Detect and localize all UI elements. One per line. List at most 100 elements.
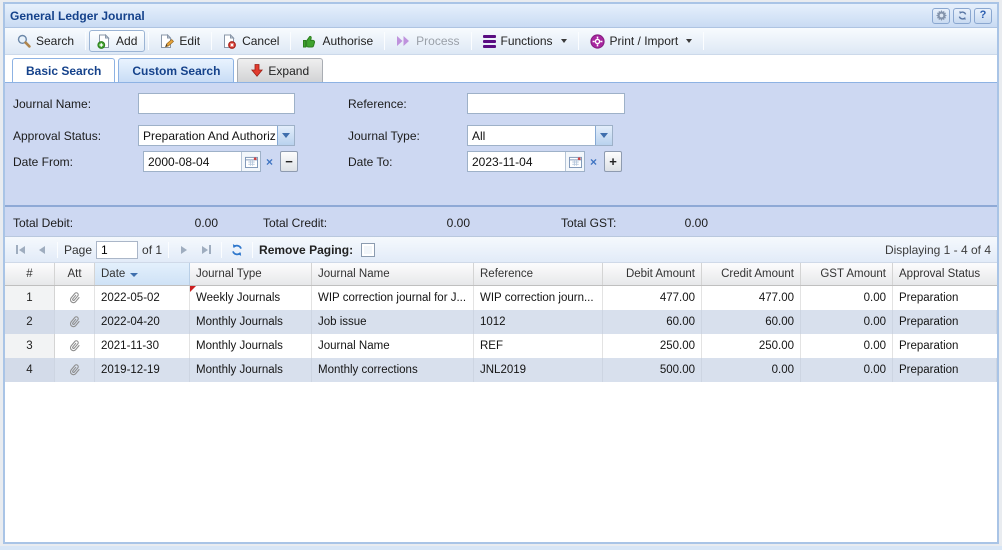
journal-type-dropdown-button[interactable] xyxy=(595,126,612,145)
add-button[interactable]: Add xyxy=(89,30,145,52)
previous-page-button[interactable] xyxy=(33,241,51,259)
first-page-button[interactable] xyxy=(11,241,29,259)
edit-icon xyxy=(160,34,174,49)
journal-name-cell: Job issue xyxy=(312,310,474,334)
cancel-icon xyxy=(223,34,237,49)
page-count-label: of 1 xyxy=(142,243,162,257)
date-from-clear-button[interactable]: × xyxy=(261,151,278,172)
window-controls: ? xyxy=(932,8,992,24)
total-credit-value: 0.00 xyxy=(365,216,470,230)
column-header-num[interactable]: # xyxy=(5,263,55,285)
dirty-cell-marker xyxy=(190,286,196,292)
last-page-button[interactable] xyxy=(197,241,215,259)
journal-type-select[interactable]: All xyxy=(467,125,613,146)
functions-menu-icon xyxy=(483,35,496,48)
approval-status-cell: Preparation xyxy=(893,334,997,358)
table-row[interactable]: 1 2022-05-02 Weekly Journals WIP correct… xyxy=(5,286,997,310)
approval-status-dropdown-button[interactable] xyxy=(277,126,294,145)
table-row[interactable]: 4 2019-12-19 Monthly Journals Monthly co… xyxy=(5,358,997,382)
attachment-cell[interactable] xyxy=(55,310,95,334)
page-number-input[interactable] xyxy=(96,241,138,259)
debit-amount-cell: 250.00 xyxy=(603,334,702,358)
toolbar-separator xyxy=(148,32,149,50)
tab-basic-search[interactable]: Basic Search xyxy=(12,58,115,82)
row-number-cell: 1 xyxy=(5,286,55,310)
print-import-menu-button[interactable]: Print / Import xyxy=(582,30,701,52)
journal-name-input[interactable] xyxy=(138,93,295,114)
grid-empty-area xyxy=(5,382,997,542)
paperclip-icon xyxy=(66,361,83,379)
total-credit-label: Total Credit: xyxy=(263,216,327,230)
functions-menu-button[interactable]: Functions xyxy=(475,30,575,52)
grid-refresh-button[interactable] xyxy=(228,241,246,259)
date-from-input[interactable] xyxy=(144,152,241,171)
gst-amount-cell: 0.00 xyxy=(801,334,893,358)
column-header-att[interactable]: Att xyxy=(55,263,95,285)
reference-cell: WIP correction journ... xyxy=(474,286,603,310)
chevron-down-icon xyxy=(686,39,692,43)
general-ledger-journal-window: General Ledger Journal ? Search xyxy=(3,2,999,544)
paperclip-icon xyxy=(66,313,83,331)
search-icon xyxy=(17,34,31,48)
date-from-field: × − xyxy=(143,151,298,172)
attachment-cell[interactable] xyxy=(55,358,95,382)
print-import-button-label: Print / Import xyxy=(610,34,679,48)
journal-type-value: All xyxy=(468,126,595,145)
column-header-journal-type[interactable]: Journal Type xyxy=(190,263,312,285)
credit-amount-cell: 477.00 xyxy=(702,286,801,310)
authorise-button[interactable]: Authorise xyxy=(294,30,381,52)
column-header-date[interactable]: Date xyxy=(95,263,190,285)
calendar-icon xyxy=(245,156,258,168)
column-header-credit-amount[interactable]: Credit Amount xyxy=(702,263,801,285)
date-to-calendar-button[interactable] xyxy=(565,152,584,171)
tab-expand[interactable]: Expand xyxy=(237,58,323,82)
panel-refresh-button[interactable] xyxy=(953,8,971,24)
tab-expand-label: Expand xyxy=(268,64,309,78)
attachment-cell[interactable] xyxy=(55,334,95,358)
remove-paging-label: Remove Paging: xyxy=(259,243,353,257)
column-header-reference[interactable]: Reference xyxy=(474,263,603,285)
date-to-plus-button[interactable]: + xyxy=(604,151,622,172)
journal-type-cell: Monthly Journals xyxy=(190,334,312,358)
settings-button[interactable] xyxy=(932,8,950,24)
reference-label: Reference: xyxy=(348,97,407,111)
search-button[interactable]: Search xyxy=(9,30,82,52)
remove-paging-checkbox[interactable] xyxy=(361,243,375,257)
add-icon xyxy=(97,34,111,49)
reference-input[interactable] xyxy=(467,93,625,114)
edit-button[interactable]: Edit xyxy=(152,30,208,52)
refresh-icon xyxy=(230,243,244,257)
edit-button-label: Edit xyxy=(179,34,200,48)
reference-cell: JNL2019 xyxy=(474,358,603,382)
date-from-calendar-button[interactable] xyxy=(241,152,260,171)
date-to-clear-button[interactable]: × xyxy=(585,151,602,172)
page-title: General Ledger Journal xyxy=(10,9,145,23)
help-icon: ? xyxy=(980,10,987,21)
help-button[interactable]: ? xyxy=(974,8,992,24)
journal-name-cell: Monthly corrections xyxy=(312,358,474,382)
reference-cell: 1012 xyxy=(474,310,603,334)
table-row[interactable]: 2 2022-04-20 Monthly Journals Job issue … xyxy=(5,310,997,334)
date-to-input[interactable] xyxy=(468,152,565,171)
add-button-label: Add xyxy=(116,34,137,48)
column-header-approval-status[interactable]: Approval Status xyxy=(893,263,997,285)
attachment-cell[interactable] xyxy=(55,286,95,310)
date-from-minus-button[interactable]: − xyxy=(280,151,298,172)
authorise-button-label: Authorise xyxy=(322,34,373,48)
grid-header: # Att Date Journal Type Journal Name Ref… xyxy=(5,262,997,286)
pager-separator xyxy=(168,242,169,258)
approval-status-select[interactable]: Preparation And Authoriz xyxy=(138,125,295,146)
cancel-button[interactable]: Cancel xyxy=(215,30,287,52)
paging-toolbar: Page of 1 Remove Paging: Displaying 1 - … xyxy=(5,236,997,262)
column-header-debit-amount[interactable]: Debit Amount xyxy=(603,263,702,285)
total-debit-label: Total Debit: xyxy=(13,216,73,230)
toolbar-separator xyxy=(85,32,86,50)
gst-amount-cell: 0.00 xyxy=(801,286,893,310)
column-header-journal-name[interactable]: Journal Name xyxy=(312,263,474,285)
column-header-gst-amount[interactable]: GST Amount xyxy=(801,263,893,285)
total-gst-value: 0.00 xyxy=(605,216,708,230)
tab-custom-search[interactable]: Custom Search xyxy=(118,58,234,82)
next-page-button[interactable] xyxy=(175,241,193,259)
credit-amount-cell: 0.00 xyxy=(702,358,801,382)
table-row[interactable]: 3 2021-11-30 Monthly Journals Journal Na… xyxy=(5,334,997,358)
